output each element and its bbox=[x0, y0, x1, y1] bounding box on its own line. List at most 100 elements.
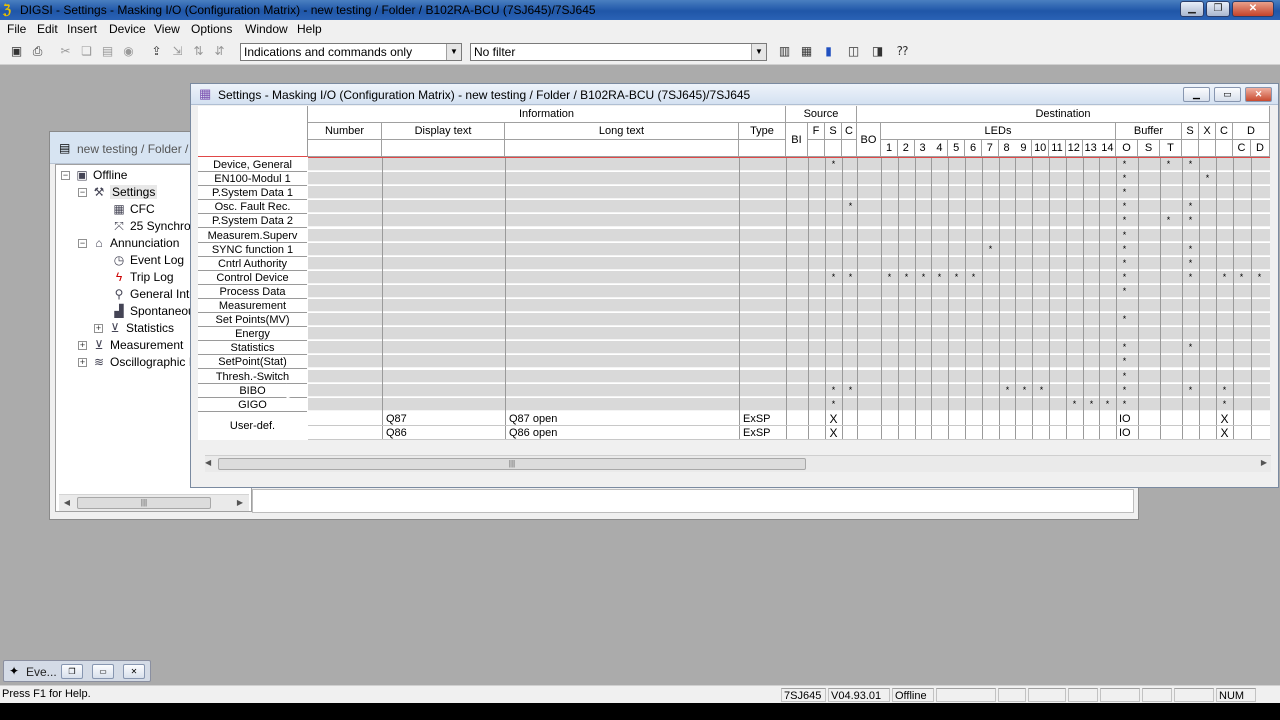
matrix-marker[interactable]: * bbox=[931, 272, 948, 282]
header-long-text[interactable]: Long text bbox=[505, 123, 739, 140]
matrix-marker[interactable]: * bbox=[1216, 399, 1233, 409]
matrix-marker[interactable]: * bbox=[1116, 173, 1133, 183]
group-row-label[interactable]: Cntrl Authority bbox=[198, 256, 307, 271]
matrix-horizontal-scrollbar[interactable]: ◀ ||| ▶ bbox=[205, 455, 1271, 472]
header-dest-c[interactable]: C bbox=[1216, 123, 1233, 140]
minimize-button[interactable]: ▁ bbox=[1183, 87, 1210, 102]
close-button[interactable]: ✕ bbox=[1245, 87, 1272, 102]
header-led-4[interactable]: 4 bbox=[931, 140, 949, 157]
group-row-label[interactable]: GIGO bbox=[198, 397, 307, 412]
maximize-button[interactable]: ▭ bbox=[92, 664, 114, 679]
minimized-event-window[interactable]: ✦ Eve... ❐ ▭ ✕ bbox=[3, 660, 151, 682]
user-row-source-s[interactable]: X bbox=[825, 412, 842, 426]
expand-icon[interactable]: + bbox=[94, 324, 103, 334]
matrix-marker[interactable]: * bbox=[1066, 399, 1083, 409]
expand-icon[interactable]: ◫ bbox=[845, 43, 862, 60]
header-led-12[interactable]: 12 bbox=[1065, 140, 1083, 157]
tree-item-offline[interactable]: − ▣ Offline bbox=[61, 167, 127, 183]
user-row-type[interactable]: ExSP bbox=[743, 412, 771, 426]
group-row[interactable] bbox=[308, 299, 1270, 312]
menu-view[interactable]: View bbox=[154, 22, 180, 36]
restore-button[interactable]: ❐ bbox=[1206, 1, 1230, 17]
tree-item-annunciation[interactable]: − ⌂ Annunciation bbox=[78, 235, 179, 251]
tree-item-event-log[interactable]: ◷ Event Log bbox=[111, 252, 184, 268]
matrix-marker[interactable]: * bbox=[1182, 159, 1199, 169]
tree-item-statistics[interactable]: + ⊻ Statistics bbox=[94, 320, 174, 336]
close-button[interactable]: ✕ bbox=[123, 664, 145, 679]
matrix-marker[interactable]: * bbox=[1160, 159, 1177, 169]
expand-icon[interactable]: + bbox=[78, 341, 87, 351]
header-led-11[interactable]: 11 bbox=[1049, 140, 1066, 157]
matrix-marker[interactable]: * bbox=[842, 201, 859, 211]
header-d[interactable]: D bbox=[1233, 123, 1270, 140]
matrix-marker[interactable]: * bbox=[825, 159, 842, 169]
matrix-marker[interactable]: * bbox=[1116, 356, 1133, 366]
user-row-display-text[interactable]: Q86 open bbox=[509, 426, 557, 440]
paste-icon[interactable]: ▤ bbox=[99, 43, 116, 60]
matrix-marker[interactable]: * bbox=[1182, 244, 1199, 254]
header-f[interactable]: F bbox=[808, 123, 825, 140]
matrix-marker[interactable]: * bbox=[1216, 272, 1233, 282]
header-led-2[interactable]: 2 bbox=[897, 140, 915, 157]
matrix-marker[interactable]: * bbox=[1116, 385, 1133, 395]
header-buffer[interactable]: Buffer bbox=[1116, 123, 1182, 140]
matrix-marker[interactable]: * bbox=[915, 272, 932, 282]
menu-file[interactable]: File bbox=[7, 22, 26, 36]
column-icon[interactable]: ▮ bbox=[820, 43, 837, 60]
menu-insert[interactable]: Insert bbox=[67, 22, 97, 36]
user-row-buffer-o[interactable]: IO bbox=[1119, 412, 1131, 426]
matrix-marker[interactable]: * bbox=[982, 244, 999, 254]
tree-horizontal-scrollbar[interactable]: ◀ ||| ▶ bbox=[59, 494, 249, 511]
matrix-marker[interactable]: * bbox=[1251, 272, 1268, 282]
close-button[interactable]: ✕ bbox=[1232, 1, 1274, 17]
header-x[interactable]: X bbox=[1199, 123, 1216, 140]
header-led-6[interactable]: 6 bbox=[965, 140, 982, 157]
header-number-filter[interactable] bbox=[308, 140, 382, 157]
matrix-marker[interactable]: * bbox=[1182, 215, 1199, 225]
collapse-icon[interactable]: − bbox=[78, 239, 87, 249]
tree-item-cfc[interactable]: ▦ CFC bbox=[111, 201, 154, 217]
matrix-marker[interactable]: * bbox=[1016, 385, 1033, 395]
header-led-14[interactable]: 14 bbox=[1099, 140, 1117, 157]
header-bi[interactable]: BI bbox=[786, 123, 808, 157]
header-led-3[interactable]: 3 bbox=[914, 140, 932, 157]
table-icon[interactable]: ▦ bbox=[798, 43, 815, 60]
matrix-marker[interactable]: * bbox=[1116, 244, 1133, 254]
matrix-marker[interactable]: * bbox=[1182, 272, 1199, 282]
group-row-label[interactable]: Control Device bbox=[198, 270, 307, 285]
matrix-marker[interactable]: * bbox=[1116, 215, 1133, 225]
matrix-marker[interactable]: * bbox=[1116, 258, 1133, 268]
tree-item-general-interrogation[interactable]: ⚲ General Inte bbox=[111, 286, 196, 302]
secondary-filter-combo[interactable]: No filter ▼ bbox=[470, 43, 767, 61]
matrix-marker[interactable]: * bbox=[1116, 286, 1133, 296]
matrix-marker[interactable]: * bbox=[1182, 342, 1199, 352]
collapse-icon[interactable]: − bbox=[78, 188, 87, 198]
matrix-marker[interactable]: * bbox=[842, 272, 859, 282]
print-icon[interactable]: ⎙ bbox=[29, 43, 46, 60]
copy-icon[interactable]: ❏ bbox=[78, 43, 95, 60]
expand-icon[interactable]: + bbox=[78, 358, 87, 368]
header-buffer-o[interactable]: O bbox=[1116, 140, 1138, 157]
chevron-down-icon[interactable]: ▼ bbox=[446, 44, 461, 60]
format-icon[interactable]: ◉ bbox=[120, 43, 137, 60]
user-row-type[interactable]: ExSP bbox=[743, 426, 771, 440]
user-row-display-text[interactable]: Q87 open bbox=[509, 412, 557, 426]
sort-icon[interactable]: ⇅ bbox=[190, 43, 207, 60]
group-row-label[interactable]: Osc. Fault Rec. bbox=[198, 200, 307, 215]
tree-item-trip-log[interactable]: ϟ Trip Log bbox=[111, 269, 174, 285]
user-row-dest-c[interactable]: X bbox=[1216, 426, 1233, 440]
header-number[interactable]: Number bbox=[308, 123, 382, 140]
matrix-marker[interactable]: * bbox=[825, 385, 842, 395]
maximize-button[interactable]: ▭ bbox=[1214, 87, 1241, 102]
chevron-down-icon[interactable]: ▼ bbox=[751, 44, 766, 60]
header-led-7[interactable]: 7 bbox=[981, 140, 999, 157]
matrix-marker[interactable]: * bbox=[1116, 399, 1133, 409]
matrix-marker[interactable]: * bbox=[898, 272, 915, 282]
group-row[interactable] bbox=[308, 327, 1270, 341]
matrix-marker[interactable]: * bbox=[1233, 272, 1250, 282]
user-def-group-label[interactable]: User-def. bbox=[198, 411, 307, 440]
matrix-marker[interactable]: * bbox=[842, 385, 859, 395]
cut-icon[interactable]: ✂ bbox=[57, 43, 74, 60]
menu-edit[interactable]: Edit bbox=[37, 22, 58, 36]
tool2-icon[interactable]: ⇵ bbox=[211, 43, 228, 60]
